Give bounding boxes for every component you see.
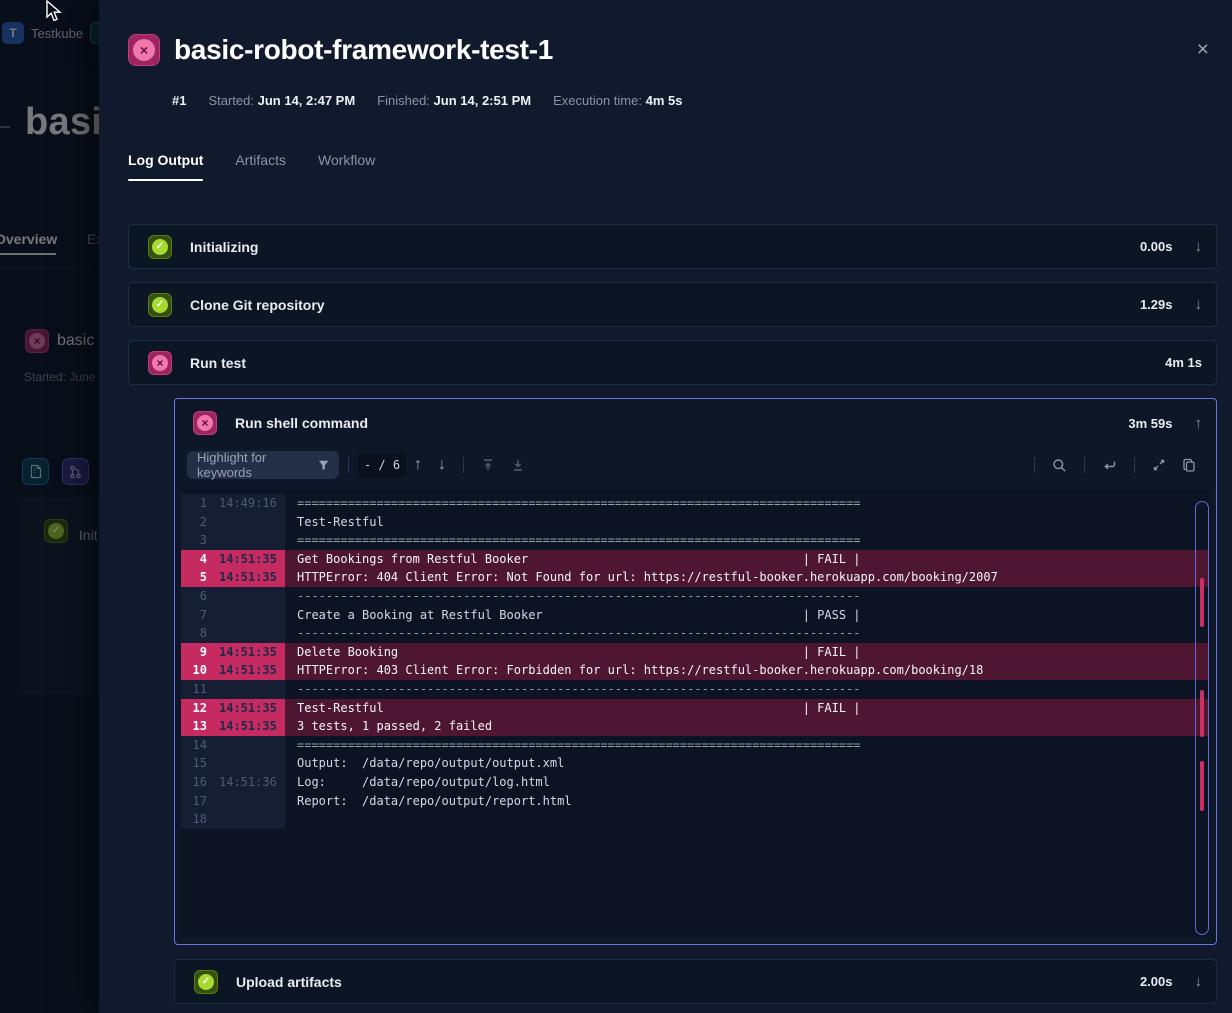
- log-line: 14======================================…: [181, 736, 1209, 755]
- log-line: 15Output: /data/repo/output/output.xml: [181, 754, 1209, 773]
- step-row[interactable]: ✓ Upload artifacts 2.00s ↓: [174, 959, 1217, 1004]
- log-gutter: 514:51:35: [181, 568, 285, 587]
- log-gutter: 15: [181, 754, 285, 773]
- tab-log-output[interactable]: Log Output: [128, 152, 203, 181]
- tab-artifacts[interactable]: Artifacts: [235, 152, 286, 181]
- step-duration: 4m 1s: [1165, 355, 1202, 370]
- step-duration: 0.00s: [1140, 239, 1173, 254]
- mouse-cursor: [44, 0, 64, 24]
- log-line: 514:51:35HTTPError: 404 Client Error: No…: [181, 568, 1209, 587]
- minimap-error-marker: [1200, 690, 1204, 737]
- started-at: Started: Jun 14, 2:47 PM: [208, 93, 355, 108]
- log-gutter: 14: [181, 736, 285, 755]
- highlight-keywords-input[interactable]: Highlight for keywords: [187, 451, 339, 479]
- step-label: Upload artifacts: [236, 974, 342, 990]
- expanded-step-header[interactable]: × Run shell command 3m 59s ↑: [175, 399, 1216, 447]
- step-duration: 1.29s: [1140, 297, 1173, 312]
- next-match-icon[interactable]: ↓: [438, 456, 446, 474]
- close-icon[interactable]: ×: [1189, 38, 1217, 62]
- log-line: 11--------------------------------------…: [181, 680, 1209, 699]
- log-gutter: 414:51:35: [181, 550, 285, 569]
- log-line: 914:51:35Delete Booking | FAIL |: [181, 643, 1209, 662]
- execution-drawer: × basic-robot-framework-test-1 × #1 Star…: [99, 0, 1232, 1013]
- log-line: 18: [181, 810, 1209, 829]
- log-gutter: 1214:51:35: [181, 699, 285, 718]
- log-line: 8---------------------------------------…: [181, 624, 1209, 643]
- log-line: 1214:51:35Test-Restful | FAIL |: [181, 699, 1209, 718]
- match-counter: - / 6: [358, 453, 406, 477]
- log-gutter: 7: [181, 606, 285, 625]
- toolbar-divider: [1084, 457, 1085, 473]
- status-passed-icon: ✓: [148, 293, 172, 317]
- drawer-body: ✓ Initializing 0.00s ↓ ✓ Clone Git repository…: [99, 181, 1232, 1004]
- log-gutter: 8: [181, 624, 285, 643]
- log-line: 414:51:35Get Bookings from Restful Booke…: [181, 550, 1209, 569]
- tab-workflow[interactable]: Workflow: [318, 152, 375, 181]
- log-line: 114:49:16===============================…: [181, 494, 1209, 513]
- log-line: 6---------------------------------------…: [181, 587, 1209, 606]
- log-line: 1314:51:353 tests, 1 passed, 2 failed: [181, 717, 1209, 736]
- step-duration: 2.00s: [1140, 974, 1173, 989]
- word-wrap-icon[interactable]: [1102, 458, 1117, 472]
- toolbar-divider: [1034, 457, 1035, 473]
- log-gutter: 6: [181, 587, 285, 606]
- step-label: Run test: [190, 355, 246, 371]
- log-gutter: 11: [181, 680, 285, 699]
- execution-title: basic-robot-framework-test-1: [174, 34, 553, 66]
- log-line: 7Create a Booking at Restful Booker | PA…: [181, 606, 1209, 625]
- drawer-header: × basic-robot-framework-test-1 ×: [99, 0, 1232, 66]
- step-row[interactable]: ✓ Initializing 0.00s ↓: [128, 224, 1217, 269]
- status-failed-icon: ×: [148, 351, 172, 375]
- expanded-step-panel: × Run shell command 3m 59s ↑ Highlight f…: [174, 398, 1217, 945]
- log-line: 1614:51:36Log: /data/repo/output/log.htm…: [181, 773, 1209, 792]
- log-minimap-scrollbar[interactable]: [1195, 501, 1209, 935]
- log-toolbar: Highlight for keywords - / 6 ↑ ↓: [175, 447, 1216, 483]
- log-gutter: 3: [181, 531, 285, 550]
- execution-number: #1: [172, 93, 186, 108]
- step-label: Clone Git repository: [190, 297, 325, 313]
- log-gutter: 17: [181, 792, 285, 811]
- step-row[interactable]: × Run test 4m 1s: [128, 340, 1217, 385]
- finished-at: Finished: Jun 14, 2:51 PM: [377, 93, 531, 108]
- status-passed-icon: ✓: [194, 970, 218, 994]
- step-label: Run shell command: [235, 415, 368, 431]
- log-line: 2Test-Restful: [181, 513, 1209, 532]
- log-line: 1014:51:35HTTPError: 403 Client Error: F…: [181, 661, 1209, 680]
- log-gutter: 1314:51:35: [181, 717, 285, 736]
- search-icon[interactable]: [1052, 458, 1067, 473]
- copy-icon[interactable]: [1182, 458, 1196, 473]
- log-gutter: 114:49:16: [181, 494, 285, 513]
- minimap-error-marker: [1200, 578, 1204, 628]
- log-gutter: 1014:51:35: [181, 661, 285, 680]
- execution-failed-icon: ×: [128, 34, 160, 66]
- log-line: 17Report: /data/repo/output/report.html: [181, 792, 1209, 811]
- chevron-down-icon[interactable]: ↓: [1195, 973, 1203, 990]
- status-failed-icon: ×: [193, 411, 217, 435]
- execution-meta: #1 Started: Jun 14, 2:47 PM Finished: Ju…: [99, 66, 1232, 108]
- step-row[interactable]: ✓ Clone Git repository 1.29s ↓: [128, 282, 1217, 327]
- previous-match-icon[interactable]: ↑: [414, 456, 422, 474]
- toolbar-divider: [463, 457, 464, 473]
- log-viewer: 114:49:16===============================…: [181, 489, 1209, 937]
- chevron-down-icon[interactable]: ↓: [1195, 238, 1203, 255]
- execution-time: Execution time: 4m 5s: [553, 93, 682, 108]
- log-gutter: 2: [181, 513, 285, 532]
- step-duration: 3m 59s: [1128, 416, 1172, 431]
- log-gutter: 1614:51:36: [181, 773, 285, 792]
- scroll-to-top-icon[interactable]: [481, 458, 495, 472]
- drawer-tabs: Log Output Artifacts Workflow: [99, 108, 1232, 181]
- minimap-error-marker: [1200, 761, 1204, 811]
- toolbar-divider: [348, 457, 349, 473]
- log-line: 3=======================================…: [181, 531, 1209, 550]
- log-gutter: 18: [181, 810, 285, 829]
- fullscreen-expand-icon[interactable]: [1152, 458, 1166, 472]
- log-gutter: 914:51:35: [181, 643, 285, 662]
- step-label: Initializing: [190, 239, 258, 255]
- scroll-to-bottom-icon[interactable]: [511, 458, 525, 472]
- status-passed-icon: ✓: [148, 235, 172, 259]
- chevron-down-icon[interactable]: ↓: [1195, 296, 1203, 313]
- filter-funnel-icon: [318, 459, 329, 471]
- toolbar-divider: [1134, 457, 1135, 473]
- chevron-up-icon[interactable]: ↑: [1195, 415, 1203, 432]
